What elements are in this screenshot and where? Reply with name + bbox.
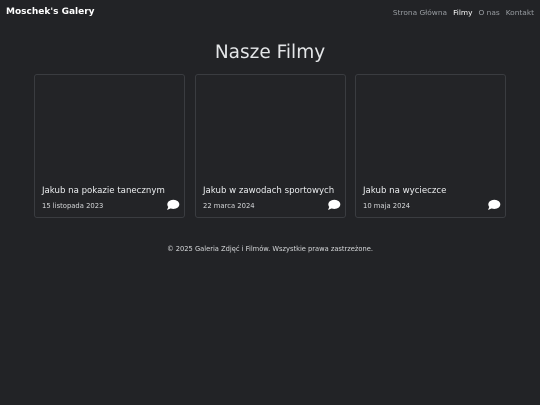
comment-icon[interactable] <box>487 199 501 211</box>
nav-link-home[interactable]: Strona Główna <box>393 8 447 17</box>
film-date: 22 marca 2024 <box>203 202 255 210</box>
footer-copyright: © 2025 Galeria Zdjęć i Filmów. Wszystkie… <box>166 245 373 253</box>
nav-link-films[interactable]: Filmy <box>453 8 472 17</box>
film-title: Jakub na pokazie tanecznym <box>42 186 165 196</box>
film-cards: Jakub na pokazie tanecznym 15 listopada … <box>34 74 506 218</box>
film-thumbnail[interactable] <box>35 75 184 183</box>
film-date: 15 listopada 2023 <box>42 202 104 210</box>
film-card[interactable]: Jakub w zawodach sportowych 22 marca 202… <box>195 74 346 218</box>
page-title: Nasze Filmy <box>214 42 326 63</box>
comment-icon[interactable] <box>166 199 180 211</box>
film-thumbnail[interactable] <box>356 75 505 183</box>
navbar: Moschek's Galery Strona Główna Filmy O n… <box>0 0 540 24</box>
film-thumbnail[interactable] <box>196 75 345 183</box>
film-card[interactable]: Jakub na pokazie tanecznym 15 listopada … <box>34 74 185 218</box>
film-card[interactable]: Jakub na wycieczce 10 maja 2024 <box>355 74 506 218</box>
film-title: Jakub w zawodach sportowych <box>203 186 335 196</box>
nav-link-about[interactable]: O nas <box>478 8 499 17</box>
brand-logo-text[interactable]: Moschek's Galery <box>6 7 95 17</box>
film-date: 10 maja 2024 <box>363 202 411 210</box>
comment-icon[interactable] <box>327 199 341 211</box>
nav-link-contact[interactable]: Kontakt <box>506 8 534 17</box>
film-title: Jakub na wycieczce <box>363 186 447 196</box>
nav-links: Strona Główna Filmy O nas Kontakt <box>387 8 534 17</box>
